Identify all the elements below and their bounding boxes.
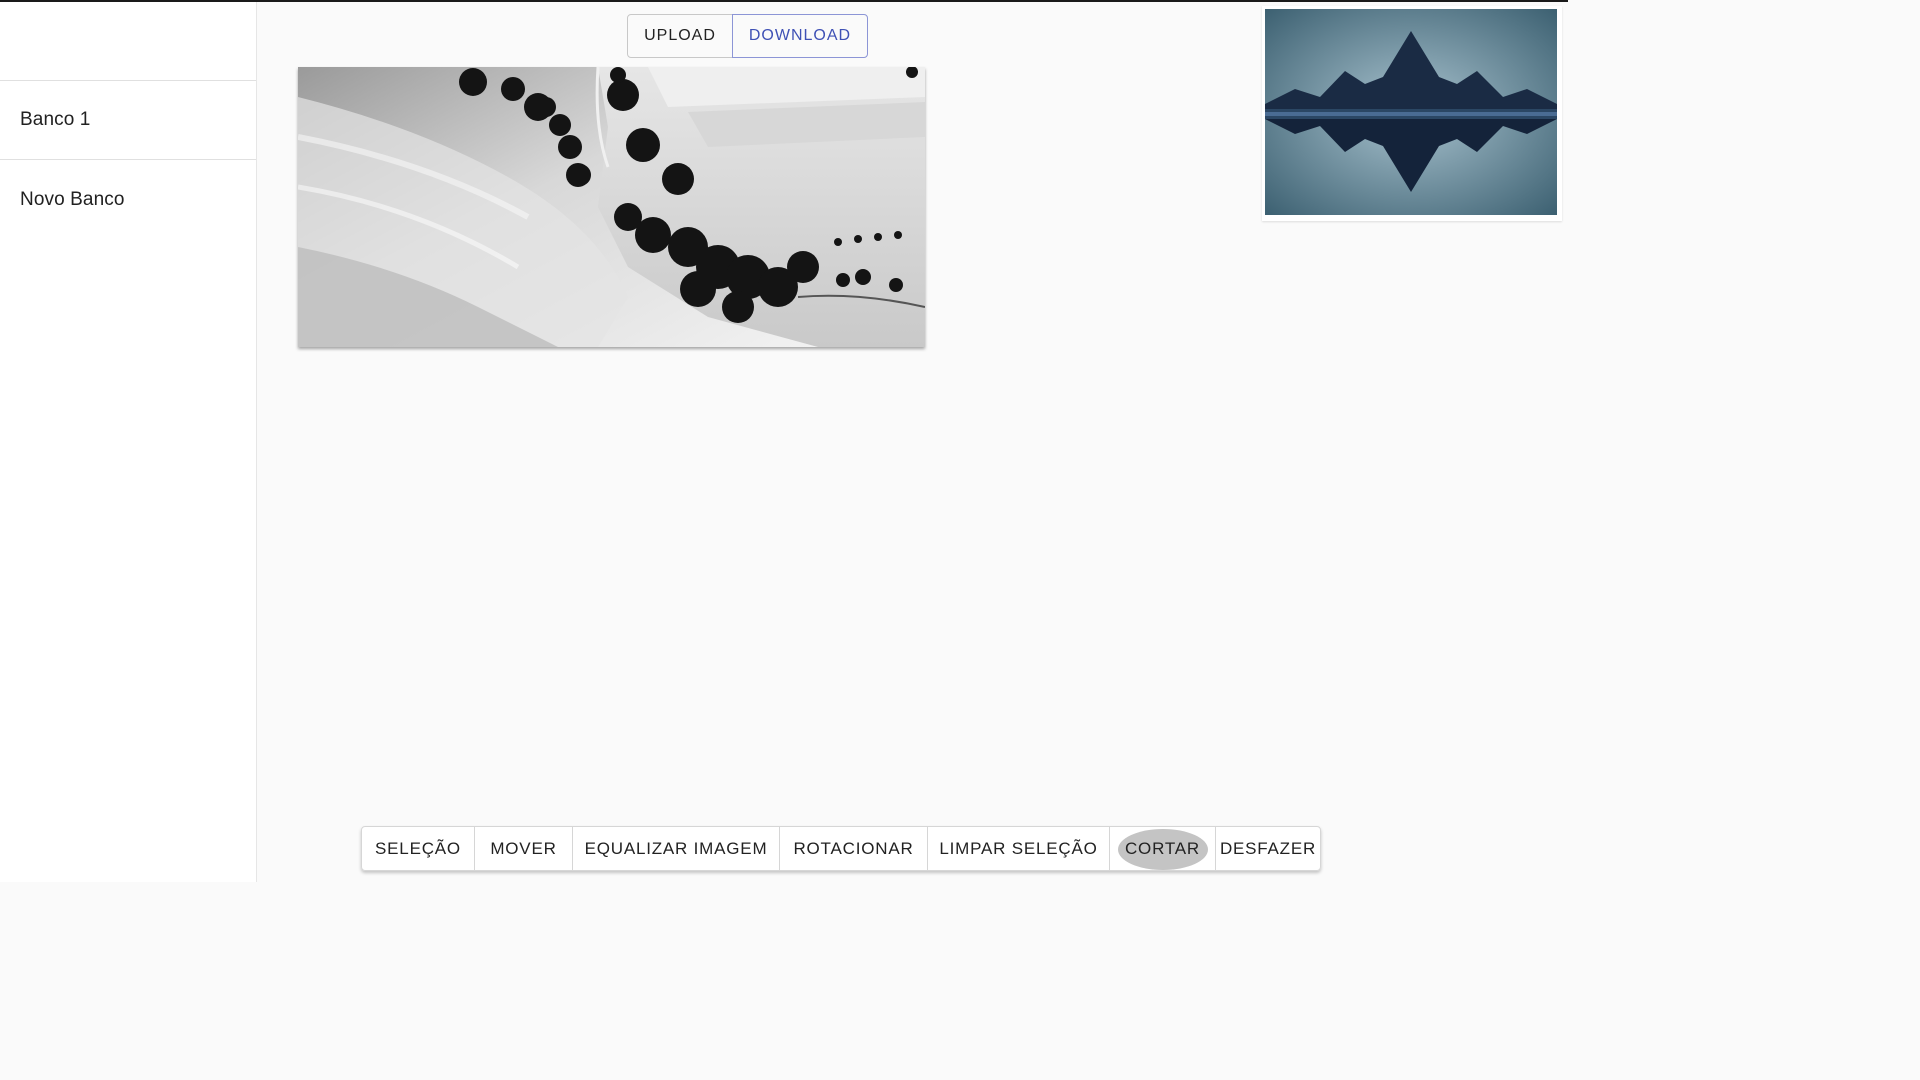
tool-label: EQUALIZAR IMAGEM [584, 838, 768, 858]
mountain-reflection-image [1265, 9, 1557, 215]
sidebar-header [0, 2, 256, 81]
tool-label: MOVER [490, 838, 557, 858]
crop-button[interactable]: CORTAR [1109, 826, 1216, 871]
tools-toolbar: SELEÇÃO MOVER EQUALIZAR IMAGEM ROTACIONA… [361, 826, 1321, 871]
sidebar-item-label: Banco 1 [20, 109, 91, 130]
clear-selection-button[interactable]: LIMPAR SELEÇÃO [927, 826, 1110, 871]
file-button-group: UPLOAD DOWNLOAD [627, 14, 868, 58]
sidebar-item-label: Novo Banco [20, 188, 125, 210]
equalize-image-button[interactable]: EQUALIZAR IMAGEM [572, 826, 780, 871]
main-image-canvas[interactable] [298, 67, 925, 347]
sidebar-item-banco-1[interactable]: Banco 1 [0, 81, 256, 160]
tool-label: CORTAR [1124, 838, 1200, 858]
sidebar: Banco 1 Novo Banco [0, 2, 257, 882]
tool-label: SELEÇÃO [375, 838, 461, 858]
tool-label: DESFAZER [1219, 838, 1317, 858]
undo-button[interactable]: DESFAZER [1215, 826, 1321, 871]
move-tool-button[interactable]: MOVER [474, 826, 573, 871]
thumbnail-image[interactable] [1265, 9, 1557, 215]
landscape-image [298, 67, 925, 347]
sidebar-item-novo-banco[interactable]: Novo Banco [0, 160, 256, 239]
selection-tool-button[interactable]: SELEÇÃO [361, 826, 475, 871]
thumbnail-card[interactable] [1262, 6, 1562, 221]
rotate-button[interactable]: ROTACIONAR [779, 826, 928, 871]
download-button[interactable]: DOWNLOAD [732, 14, 868, 58]
tool-label: ROTACIONAR [793, 838, 914, 858]
tool-label: LIMPAR SELEÇÃO [939, 838, 1098, 858]
upload-button[interactable]: UPLOAD [627, 14, 733, 58]
